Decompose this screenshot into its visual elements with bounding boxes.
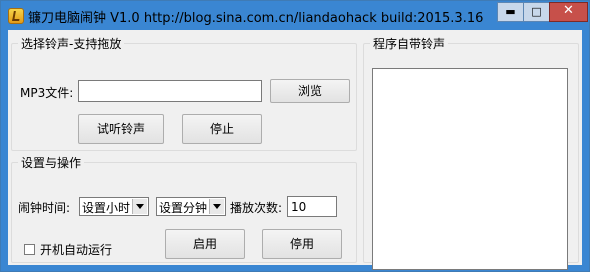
app-window: 镰刀电脑闹钟 V1.0 http://blog.sina.com.cn/lian… [0, 0, 590, 272]
ringtone-list[interactable] [372, 68, 568, 270]
maximize-icon: □ [531, 5, 542, 18]
minimize-button[interactable]: ▬ [497, 2, 524, 22]
play-count-label: 播放次数: [230, 201, 283, 215]
app-icon [8, 8, 24, 24]
stop-button[interactable]: 停止 [182, 114, 262, 144]
chevron-down-icon [132, 199, 147, 214]
hour-select-value: 设置小时 [82, 201, 131, 215]
title-bar[interactable]: 镰刀电脑闹钟 V1.0 http://blog.sina.com.cn/lian… [1, 1, 589, 30]
builtin-ringtones-legend: 程序自带铃声 [373, 37, 446, 51]
autostart-label: 开机自动运行 [40, 243, 113, 257]
chevron-down-icon [209, 199, 224, 214]
window-title: 镰刀电脑闹钟 V1.0 http://blog.sina.com.cn/lian… [28, 11, 484, 26]
preview-ringtone-button[interactable]: 试听铃声 [78, 114, 164, 144]
close-button[interactable]: ✕ [549, 2, 588, 22]
mp3-file-label: MP3文件: [20, 86, 74, 100]
select-ringtone-legend: 选择铃声-支持拖放 [21, 37, 122, 51]
maximize-button[interactable]: □ [523, 2, 550, 22]
minute-select[interactable]: 设置分钟 [156, 197, 226, 216]
hour-select[interactable]: 设置小时 [79, 197, 149, 216]
settings-legend: 设置与操作 [21, 156, 82, 170]
disable-button[interactable]: 停用 [262, 229, 342, 259]
settings-group: 设置与操作 闹钟时间: 设置小时 设置分钟 播放次数: 开机自动运行 启用 停用 [11, 154, 357, 263]
client-area: 选择铃声-支持拖放 MP3文件: 浏览 试听铃声 停止 设置与操作 闹钟时间: … [8, 30, 582, 270]
autostart-checkbox[interactable] [24, 244, 35, 255]
browse-button[interactable]: 浏览 [270, 79, 350, 103]
builtin-ringtones-group: 程序自带铃声 [363, 35, 579, 270]
play-count-input[interactable] [287, 196, 337, 217]
minute-select-value: 设置分钟 [159, 201, 208, 215]
close-icon: ✕ [563, 3, 574, 18]
alarm-time-label: 闹钟时间: [18, 201, 71, 215]
enable-button[interactable]: 启用 [165, 229, 245, 259]
mp3-file-input[interactable] [78, 80, 262, 102]
select-ringtone-group: 选择铃声-支持拖放 MP3文件: 浏览 试听铃声 停止 [11, 35, 357, 151]
minimize-icon: ▬ [505, 5, 516, 18]
